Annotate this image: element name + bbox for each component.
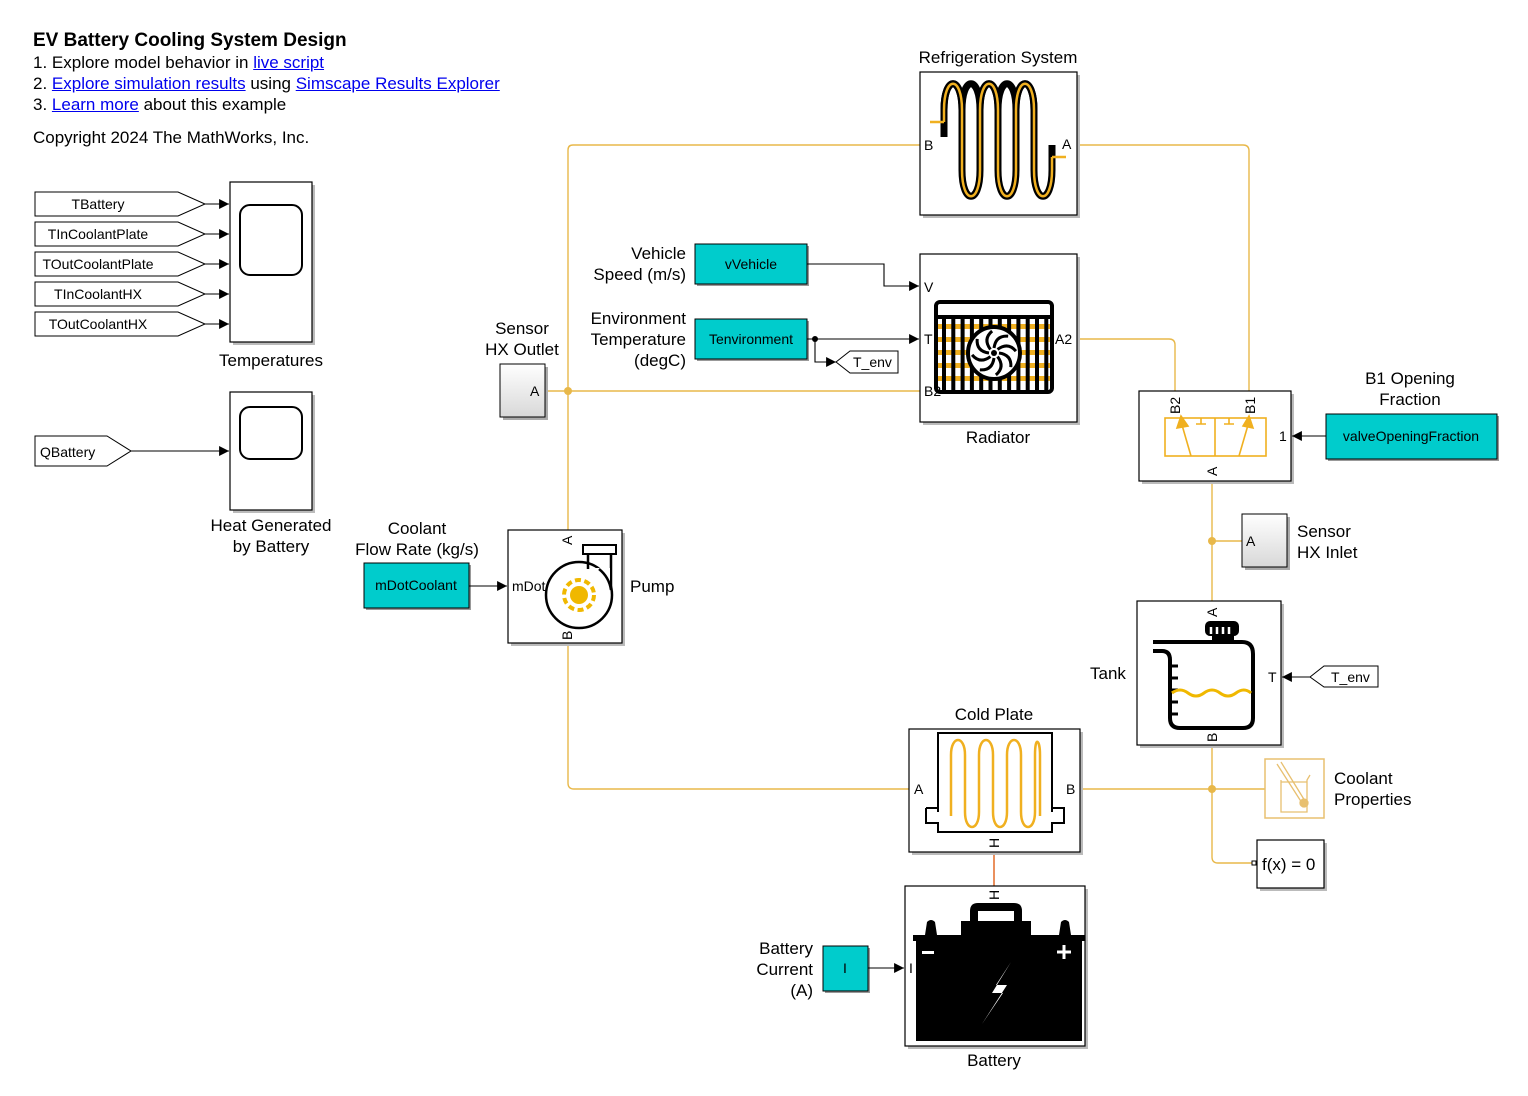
heat-label-2: by Battery (233, 537, 310, 556)
env-temp-label-2: Temperature (591, 330, 686, 349)
valve-opening-label-2: Fraction (1379, 390, 1440, 409)
port-a: A (1246, 533, 1256, 549)
port-a2: A2 (1055, 331, 1072, 347)
port-h: H (986, 838, 1002, 848)
tenvironment-value: Tenvironment (709, 331, 793, 347)
env-temp-label-1: Environment (591, 309, 687, 328)
junction-dot (1208, 785, 1216, 793)
junction-dot (1208, 537, 1216, 545)
port-v: V (924, 279, 934, 295)
battery-label: Battery (967, 1051, 1021, 1070)
line-tank-to-solver[interactable] (1211, 744, 1254, 864)
from-tag-label: QBattery (40, 444, 95, 460)
port-a: A (559, 535, 575, 545)
junction-dot (564, 387, 572, 395)
port-t: T (1268, 669, 1277, 685)
port-h: H (986, 890, 1002, 900)
port-b: B (1066, 781, 1075, 797)
temperatures-scope-group: TBattery TInCoolantPlate TOutCoolantPlate T… (34, 181, 323, 370)
sensor-inlet-group: A Sensor HX Inlet (1241, 513, 1358, 570)
valve-group: B2 B1 A 1 B1 Opening Fraction valveOpeni… (1138, 369, 1499, 484)
scope-screen-icon (239, 204, 303, 276)
sensor-outlet-label-1: Sensor (495, 319, 549, 338)
temperatures-label: Temperatures (219, 351, 323, 370)
env-temp-group: Environment Temperature (degC) Tenvironm… (591, 309, 919, 374)
port-b2: B2 (924, 383, 941, 399)
coolant-properties-block[interactable] (1264, 758, 1325, 819)
sensor-outlet-group: Sensor HX Outlet A (485, 319, 559, 420)
coolant-props-group: Coolant Properties (1264, 758, 1411, 819)
refrigeration-label: Refrigeration System (919, 48, 1078, 67)
sensor-inlet-label-2: HX Inlet (1297, 543, 1358, 562)
from-tag-label: TInCoolantPlate (48, 226, 149, 242)
from-tag-label: T_env (1331, 669, 1370, 685)
vehicle-speed-label-1: Vehicle (631, 244, 686, 263)
refrigeration-group: Refrigeration System B A (919, 48, 1080, 218)
from-tag-label: TBattery (72, 196, 125, 212)
from-tag-label: TInCoolantHX (54, 286, 143, 302)
coolant-flow-label-2: Flow Rate (kg/s) (355, 540, 479, 559)
line-refrigeration-to-valve-b1[interactable] (1077, 144, 1250, 392)
battery-current-label-2: Current (756, 960, 813, 979)
env-temp-label-3: (degC) (634, 351, 686, 370)
heat-scope-group: QBattery Heat Generated by Battery (34, 391, 332, 556)
goto-tags: TBattery TInCoolantPlate TOutCoolantPlate T… (34, 191, 229, 337)
vvehicle-value: vVehicle (725, 256, 777, 272)
tank-label: Tank (1090, 664, 1126, 683)
model-canvas: TBatteryTInCoolantPlateTOutCoolantPlateT… (34, 48, 1499, 1070)
pump-label: Pump (630, 577, 674, 596)
signal-line (814, 339, 836, 367)
port-a: A (914, 781, 924, 797)
battery-current-label-1: Battery (759, 939, 813, 958)
port-i: I (909, 960, 913, 976)
sensor-outlet-label-2: HX Outlet (485, 340, 559, 359)
battery-group: Battery Current (A) I H I Battery (756, 885, 1088, 1070)
current-value: I (843, 960, 847, 976)
port-b: B (559, 631, 575, 640)
vehicle-speed-label-2: Speed (m/s) (593, 265, 686, 284)
from-tag-label: TOutCoolantPlate (42, 256, 153, 272)
mdotcoolant-value: mDotCoolant (375, 577, 457, 593)
vehicle-speed-group: Vehicle Speed (m/s) vVehicle (593, 243, 919, 291)
port-b2: B2 (1167, 397, 1183, 414)
port-b: B (1204, 733, 1220, 742)
solver-label: f(x) = 0 (1262, 855, 1315, 874)
coolant-props-label-2: Properties (1334, 790, 1411, 809)
port-b: B (924, 137, 933, 153)
port-b1: B1 (1242, 397, 1258, 414)
solver-group: f(x) = 0 (1251, 839, 1327, 891)
goto-tag-label: T_env (853, 354, 892, 370)
valve-opening-label-1: B1 Opening (1365, 369, 1455, 388)
from-tag-label: TOutCoolantHX (49, 316, 148, 332)
port-a: A (530, 383, 540, 399)
radiator-group: V T A2 B2 Radiator (919, 253, 1080, 447)
scope-screen-icon (239, 406, 303, 460)
heat-label-1: Heat Generated (211, 516, 332, 535)
coolant-flow-label-1: Coolant (388, 519, 447, 538)
signal-line (807, 263, 919, 291)
line-radiator-to-valve-b2[interactable] (1077, 338, 1176, 392)
radiator-fan-icon (934, 300, 1054, 394)
battery-current-label-3: (A) (790, 981, 813, 1000)
coolant-props-label-1: Coolant (1334, 769, 1393, 788)
radiator-label: Radiator (966, 428, 1031, 447)
cold-plate-group: Cold Plate A B H (908, 705, 1083, 855)
cold-plate-block[interactable] (908, 728, 1081, 853)
tank-group: A B T Tank T_env (1090, 600, 1379, 748)
cold-plate-label: Cold Plate (955, 705, 1033, 724)
pump-group: Coolant Flow Rate (kg/s) mDotCoolant A B… (355, 519, 674, 646)
port-a: A (1204, 607, 1220, 617)
line-pump-to-coldplate[interactable] (567, 643, 910, 790)
port-mdot: mDot (512, 578, 546, 594)
valve-opening-value: valveOpeningFraction (1343, 428, 1479, 444)
port-t: T (924, 331, 933, 347)
port-a: A (1204, 466, 1220, 476)
port-1: 1 (1279, 428, 1287, 444)
sensor-inlet-label-1: Sensor (1297, 522, 1351, 541)
port-a: A (1062, 136, 1072, 152)
